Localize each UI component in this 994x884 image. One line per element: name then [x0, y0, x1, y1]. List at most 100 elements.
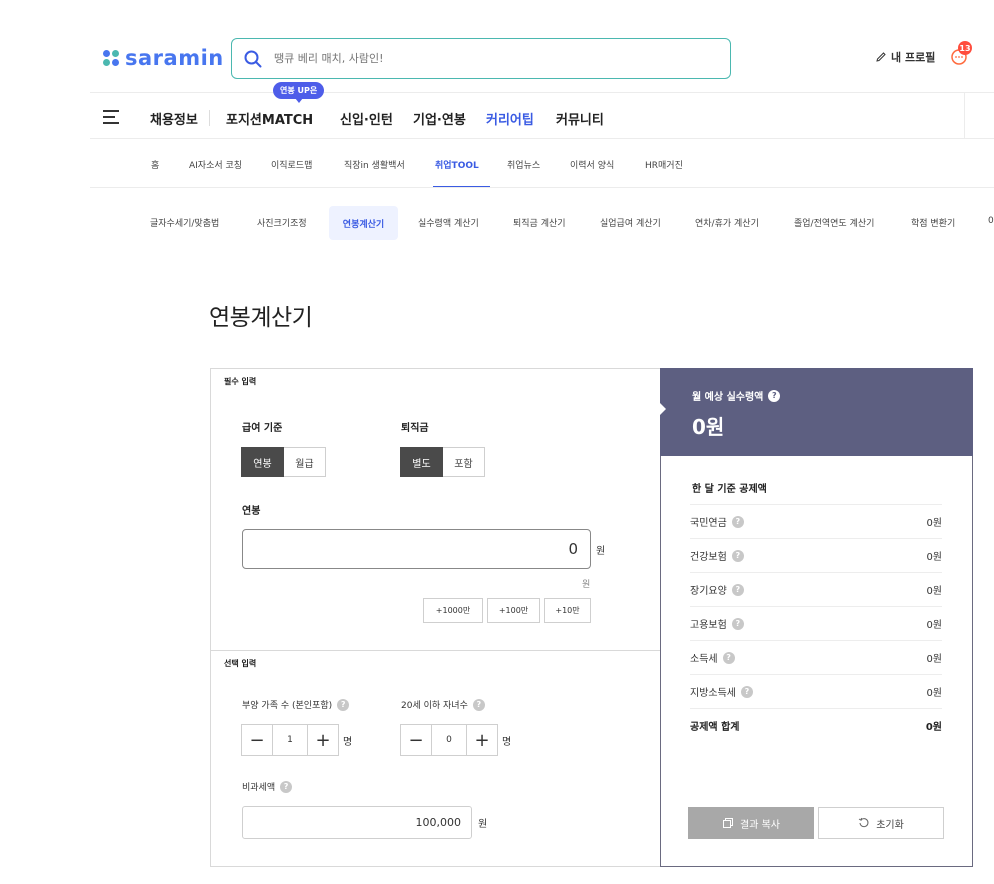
children-plus-button[interactable]: +	[466, 724, 498, 756]
severance-toggle: 별도 포함	[400, 447, 485, 477]
deduction-title: 한 달 기준 공제액	[692, 484, 767, 495]
deduction-total-row: 공제액 합계 0원	[690, 708, 942, 742]
salary-hint-unit: 원	[582, 580, 591, 590]
tax-free-input[interactable]	[242, 806, 472, 839]
subnav-career-roadmap[interactable]: 이직로드맵	[271, 158, 312, 171]
header-divider	[90, 92, 994, 93]
nav-jobs[interactable]: 채용정보	[150, 109, 198, 128]
deduction-value: 0원	[926, 654, 942, 665]
pay-basis-toggle: 연봉 월급	[241, 447, 326, 477]
subnav-job-tool[interactable]: 취업TOOL	[435, 158, 479, 171]
severance-label: 퇴직금	[401, 423, 429, 434]
subnav-home[interactable]: 홈	[151, 158, 159, 171]
dependents-value[interactable]: 1	[273, 724, 307, 756]
nav-badge: 연봉 UP은	[273, 82, 325, 103]
help-icon[interactable]: ?	[280, 780, 293, 793]
nav-company-salary[interactable]: 기업·연봉	[413, 109, 466, 128]
help-icon[interactable]: ?	[731, 515, 744, 528]
tool-severance-calc[interactable]: 퇴직금 계산기	[513, 216, 566, 229]
profile-link[interactable]: 내 프로필	[875, 49, 935, 65]
reset-label: 초기화	[876, 819, 904, 831]
copy-result-button[interactable]: 결과 복사	[688, 807, 814, 839]
subnav-job-news[interactable]: 취업뉴스	[507, 158, 540, 171]
search-input[interactable]	[274, 52, 674, 65]
deduction-row: 국민연금? 0원	[690, 504, 942, 538]
menu-icon[interactable]	[103, 110, 119, 128]
children-label: 20세 이하 자녀수 ?	[401, 698, 485, 711]
logo-dots-icon	[103, 50, 119, 66]
logo-text: saramin	[125, 46, 224, 70]
children-stepper: − 0 +	[400, 724, 498, 756]
dependents-unit: 명	[343, 737, 353, 748]
tool-photo-resize[interactable]: 사진크기조정	[257, 216, 307, 229]
dependents-plus-button[interactable]: +	[307, 724, 339, 756]
tool-char-count[interactable]: 글자수세기/맞춤법	[150, 216, 219, 229]
profile-label: 내 프로필	[891, 51, 936, 64]
search-box[interactable]	[231, 38, 731, 79]
help-icon[interactable]: ?	[722, 651, 735, 664]
help-icon[interactable]: ?	[337, 698, 350, 711]
nav-position-match[interactable]: 포지션MATCH	[226, 109, 313, 128]
pay-basis-monthly[interactable]: 월급	[284, 447, 326, 477]
nav-career-tips[interactable]: 커리어팁	[486, 109, 534, 128]
salary-input[interactable]	[242, 529, 591, 569]
deduction-value: 0원	[926, 552, 942, 563]
dependents-label-text: 부양 가족 수 (본인포함)	[242, 701, 333, 711]
tool-gpa-converter[interactable]: 학점 변환기	[911, 216, 955, 229]
deduction-total-name: 공제액 합계	[690, 722, 740, 733]
help-icon[interactable]: ?	[731, 549, 744, 562]
pay-basis-annual[interactable]: 연봉	[241, 447, 284, 477]
deduction-row: 소득세? 0원	[690, 640, 942, 674]
deduction-name: 고용보험	[690, 620, 727, 631]
tool-net-pay-calc[interactable]: 실수령액 계산기	[418, 216, 479, 229]
deduction-total-value: 0원	[925, 722, 942, 733]
reset-icon	[858, 817, 869, 828]
subnav-resume-form[interactable]: 이력서 양식	[570, 158, 614, 171]
reset-button[interactable]: 초기화	[818, 807, 944, 839]
notification-button[interactable]: 13	[949, 41, 972, 68]
tax-free-label: 비과세액 ?	[242, 780, 293, 793]
children-value[interactable]: 0	[432, 724, 466, 756]
help-icon[interactable]: ?	[768, 389, 781, 402]
pencil-icon	[876, 52, 886, 62]
deduction-value: 0원	[926, 620, 942, 631]
monthly-net-label: 월 예상 실수령액 ?	[692, 388, 781, 403]
dependents-stepper: − 1 +	[241, 724, 339, 756]
notification-badge: 13	[958, 41, 972, 55]
subnav-worklife[interactable]: 직장in 생활백서	[344, 158, 405, 171]
tax-free-label-text: 비과세액	[242, 783, 276, 793]
tool-unemployment-calc[interactable]: 실업급여 계산기	[600, 216, 661, 229]
result-pointer	[660, 403, 666, 415]
deduction-name: 지방소득세	[690, 688, 736, 699]
salary-label: 연봉	[242, 506, 261, 517]
deduction-value: 0원	[926, 586, 942, 597]
severance-separate[interactable]: 별도	[400, 447, 443, 477]
deduction-name: 건강보험	[690, 552, 727, 563]
help-icon[interactable]: ?	[472, 698, 485, 711]
help-icon[interactable]: ?	[731, 583, 744, 596]
help-icon[interactable]: ?	[731, 617, 744, 630]
nav-divider	[90, 138, 994, 139]
monthly-net-value: 0원	[692, 415, 725, 439]
deduction-row: 장기요양? 0원	[690, 572, 942, 606]
nav-community[interactable]: 커뮤니티	[556, 109, 604, 128]
tool-more[interactable]: 0	[988, 216, 994, 226]
severance-included[interactable]: 포함	[443, 447, 485, 477]
tool-salary-calc[interactable]: 연봉계산기	[329, 206, 398, 240]
subnav-hr-magazine[interactable]: HR매거진	[645, 158, 683, 171]
dependents-minus-button[interactable]: −	[241, 724, 273, 756]
deduction-name: 국민연금	[690, 518, 727, 529]
tool-graduation-calc[interactable]: 졸업/전역연도 계산기	[794, 216, 874, 229]
deduction-value: 0원	[926, 688, 942, 699]
add-100k-button[interactable]: +10만	[544, 598, 591, 623]
add-1m-button[interactable]: +100만	[487, 598, 540, 623]
children-minus-button[interactable]: −	[400, 724, 432, 756]
tool-leave-calc[interactable]: 연차/휴가 계산기	[695, 216, 759, 229]
deduction-value: 0원	[926, 518, 942, 529]
saramin-logo[interactable]: saramin	[103, 46, 224, 70]
nav-newcomer-intern[interactable]: 신입·인턴	[340, 109, 393, 128]
monthly-net-label-text: 월 예상 실수령액	[692, 392, 764, 403]
subnav-ai-coaching[interactable]: AI자소서 코칭	[189, 158, 242, 171]
add-10m-button[interactable]: +1000만	[423, 598, 483, 623]
help-icon[interactable]: ?	[741, 685, 753, 698]
